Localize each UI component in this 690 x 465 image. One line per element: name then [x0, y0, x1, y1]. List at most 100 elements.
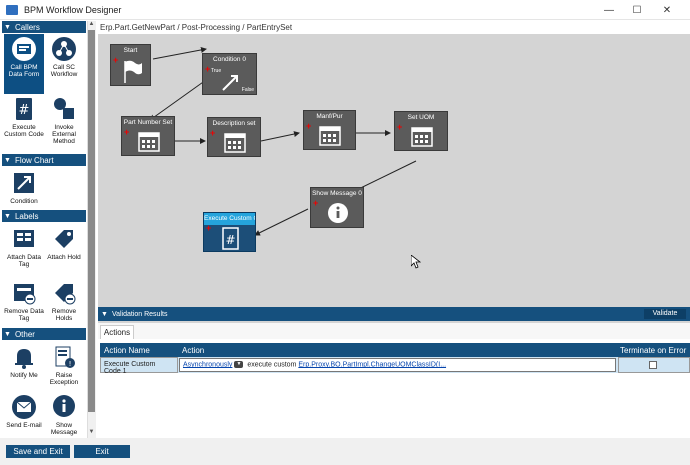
- chevron-down-icon: ▼: [101, 310, 108, 318]
- flag-icon: [111, 57, 150, 85]
- exit-button[interactable]: Exit: [74, 445, 130, 458]
- section-callers[interactable]: ▼ Callers: [2, 21, 86, 33]
- section-label: Other: [14, 329, 35, 339]
- node-label: Set UOM: [407, 114, 435, 121]
- tab-actions[interactable]: Actions: [100, 325, 134, 339]
- raise-exception-icon: !: [51, 344, 77, 370]
- tool-attach-data-tag[interactable]: Attach Data Tag: [4, 224, 44, 284]
- tool-send-email[interactable]: Send E-mail: [4, 392, 44, 438]
- terminate-cell: [618, 357, 690, 373]
- node-part-number-set[interactable]: Part Number Set +: [121, 116, 175, 156]
- mode-link[interactable]: Asynchronously: [183, 361, 232, 368]
- tool-label: Send E-mail: [6, 422, 42, 429]
- section-label: Callers: [14, 22, 40, 32]
- node-label: Part Number Set: [123, 119, 173, 126]
- tool-call-bpm-data-form[interactable]: Call BPM Data Form: [4, 34, 44, 94]
- chevron-down-icon[interactable]: ▼: [234, 361, 244, 368]
- footer-bar: Save and Exit Exit: [0, 438, 690, 465]
- tool-attach-hold[interactable]: Attach Hold: [44, 224, 84, 284]
- node-label: Manf/Pur: [316, 113, 343, 120]
- connector-line[interactable]: [260, 131, 300, 142]
- remove-holds-icon: [51, 280, 77, 306]
- workflow-canvas[interactable]: Start + Condition 0 + True False Part Nu…: [98, 34, 690, 324]
- main-panel: Erp.Part.GetNewPart / Post-Processing / …: [96, 20, 690, 438]
- code-link[interactable]: Erp.Proxy.BO.PartImpl.ChangeUOMClassID(I…: [298, 361, 446, 368]
- calendar-icon: [395, 124, 447, 150]
- envelope-icon: [11, 394, 37, 420]
- scroll-up-icon[interactable]: ▲: [88, 21, 95, 29]
- svg-text:#: #: [225, 233, 235, 247]
- svg-text:!: !: [69, 360, 72, 368]
- custom-code-icon: #: [11, 96, 37, 122]
- window-title: BPM Workflow Designer: [24, 5, 122, 15]
- tab-strip: Actions: [98, 323, 690, 339]
- toolbox-sidebar: ▼ Callers Call BPM Data Form Call SC Work…: [0, 20, 96, 438]
- tool-label: Notify Me: [10, 372, 38, 379]
- calendar-icon: [122, 129, 174, 155]
- tool-label: Call SC Workflow: [50, 64, 78, 78]
- scroll-down-icon[interactable]: ▼: [88, 429, 95, 437]
- app-icon: [6, 5, 18, 15]
- tool-label: Call BPM Data Form: [8, 64, 40, 78]
- bell-icon: [11, 344, 37, 370]
- connector-line[interactable]: [149, 79, 207, 121]
- node-label: Execute Custom Code 1: [204, 213, 255, 225]
- tool-label: Show Message: [50, 422, 78, 436]
- close-button[interactable]: ✕: [656, 2, 678, 18]
- scrollbar-thumb[interactable]: [88, 30, 95, 412]
- tool-show-message[interactable]: Show Message: [44, 392, 84, 438]
- node-description-set[interactable]: Description set +: [207, 117, 261, 157]
- validate-button[interactable]: Validate: [644, 309, 686, 319]
- section-other[interactable]: ▼ Other: [2, 328, 86, 340]
- maximize-button[interactable]: ☐: [626, 2, 648, 18]
- node-condition-0[interactable]: Condition 0 + True False: [202, 53, 257, 95]
- custom-code-icon: #: [204, 225, 255, 251]
- sc-workflow-icon: [51, 36, 77, 62]
- column-header-terminate: Terminate on Error: [620, 346, 687, 355]
- external-method-icon: [51, 96, 77, 122]
- validation-results-bar[interactable]: ▼ Validation Results Validate: [98, 307, 690, 321]
- node-set-uom[interactable]: Set UOM +: [394, 111, 448, 151]
- chevron-down-icon: ▼: [4, 212, 11, 220]
- table-row[interactable]: Execute Custom Code 1 Asynchronously ▼ ex…: [100, 357, 690, 375]
- section-flow-chart[interactable]: ▼ Flow Chart: [2, 154, 86, 166]
- node-manf-pur[interactable]: Manf/Pur +: [303, 110, 356, 150]
- tool-call-sc-workflow[interactable]: Call SC Workflow: [44, 34, 84, 94]
- node-show-message-0[interactable]: Show Message 0 +: [310, 187, 364, 228]
- connector-line[interactable]: [254, 208, 309, 236]
- node-label: Description set: [212, 120, 256, 127]
- tool-invoke-external-method[interactable]: Invoke External Method: [44, 94, 84, 154]
- node-execute-custom-code-1[interactable]: Execute Custom Code 1 + #: [203, 212, 256, 252]
- node-start[interactable]: Start +: [110, 44, 151, 86]
- tool-label: Invoke External Method: [52, 124, 76, 145]
- info-icon: [51, 394, 77, 420]
- chevron-down-icon: ▼: [4, 23, 11, 31]
- tool-label: Attach Data Tag: [7, 254, 41, 268]
- mouse-cursor-icon: [410, 254, 422, 271]
- title-bar: BPM Workflow Designer — ☐ ✕: [0, 0, 690, 20]
- tool-label: Raise Exception: [49, 372, 79, 386]
- attach-hold-icon: [51, 226, 77, 252]
- table-header: Action Name Action Terminate on Error: [100, 343, 690, 357]
- terminate-on-error-checkbox[interactable]: [649, 361, 657, 369]
- info-icon: [311, 200, 363, 227]
- action-cell[interactable]: Asynchronously ▼ execute custom Erp.Proxy…: [179, 358, 616, 372]
- tool-label: Attach Hold: [47, 254, 81, 261]
- section-labels[interactable]: ▼ Labels: [2, 210, 86, 222]
- save-and-exit-button[interactable]: Save and Exit: [6, 445, 70, 458]
- bpm-data-form-icon: [11, 36, 37, 62]
- tool-label: Condition: [10, 198, 38, 205]
- column-header-action-name: Action Name: [104, 346, 150, 355]
- condition-icon: [11, 170, 37, 196]
- action-name-cell: Execute Custom Code 1: [100, 357, 178, 375]
- minimize-button[interactable]: —: [598, 2, 620, 18]
- connector-line[interactable]: [152, 46, 207, 60]
- tool-label: Remove Holds: [51, 308, 77, 322]
- chevron-down-icon: ▼: [4, 156, 11, 164]
- tool-execute-custom-code[interactable]: # Execute Custom Code: [4, 94, 44, 154]
- node-label: Show Message 0: [312, 190, 362, 197]
- svg-text:#: #: [19, 103, 30, 118]
- action-verb: execute custom: [247, 361, 297, 369]
- node-label: Condition 0: [213, 56, 246, 63]
- validation-title: Validation Results: [111, 310, 168, 318]
